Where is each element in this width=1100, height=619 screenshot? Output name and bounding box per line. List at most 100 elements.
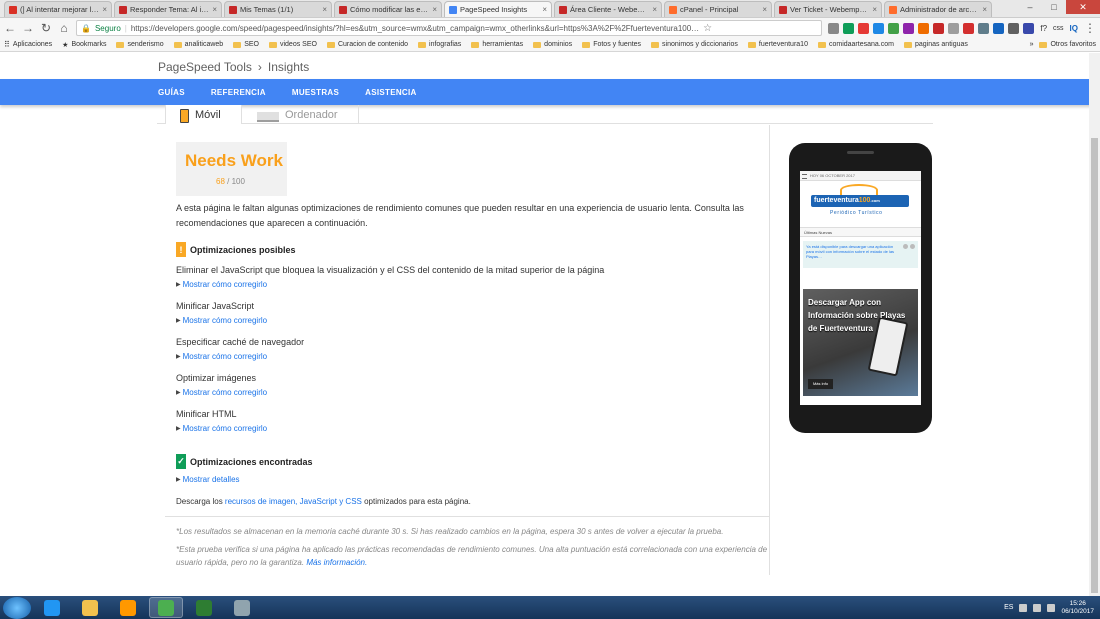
home-icon[interactable]: ⌂ xyxy=(58,21,70,35)
scrollbar-thumb[interactable] xyxy=(1091,138,1098,593)
address-bar[interactable]: 🔒 Seguro | https://developers.google.com… xyxy=(76,20,823,36)
bookmark-item[interactable]: senderismo xyxy=(116,41,164,48)
more-bookmarks-button[interactable]: » xyxy=(1030,41,1034,48)
taskbar-excel[interactable] xyxy=(187,597,221,618)
ext-iq-icon[interactable]: IQ xyxy=(1070,24,1078,33)
nav-referencia[interactable]: REFERENCIA xyxy=(211,88,266,97)
taskbar-media-player[interactable] xyxy=(111,597,145,618)
extension-icon[interactable] xyxy=(963,22,975,34)
volume-icon[interactable] xyxy=(1047,603,1056,612)
extension-icon[interactable] xyxy=(978,22,990,34)
extension-icon[interactable] xyxy=(873,22,885,34)
reload-icon[interactable]: ↻ xyxy=(40,21,52,35)
network-icon[interactable] xyxy=(1033,603,1042,612)
bookmark-item[interactable]: paginas antiguas xyxy=(903,41,968,48)
bookmark-star-icon[interactable]: ☆ xyxy=(703,23,712,34)
back-icon[interactable]: ← xyxy=(4,21,16,35)
language-indicator[interactable]: ES xyxy=(1004,604,1013,611)
tab-desktop[interactable]: Ordenador xyxy=(245,105,359,124)
taskbar-chrome[interactable] xyxy=(149,597,183,618)
extension-icon[interactable] xyxy=(1008,22,1020,34)
close-window-button[interactable]: ✕ xyxy=(1066,0,1100,14)
show-fix-link[interactable]: ▶ Mostrar cómo corregirlo xyxy=(176,280,267,289)
extension-icon[interactable] xyxy=(828,22,840,34)
close-tab-icon[interactable]: × xyxy=(542,2,547,17)
bookmark-item[interactable]: infografias xyxy=(418,41,461,48)
taskbar-internet-explorer[interactable] xyxy=(35,597,69,618)
close-tab-icon[interactable]: × xyxy=(322,2,327,17)
extension-icon[interactable] xyxy=(948,22,960,34)
extension-icon[interactable] xyxy=(933,22,945,34)
vertical-scrollbar[interactable] xyxy=(1089,53,1100,596)
minimize-button[interactable]: – xyxy=(1018,0,1042,14)
bookmark-item[interactable]: SEO xyxy=(233,41,259,48)
show-fix-link[interactable]: ▶ Mostrar cómo corregirlo xyxy=(176,388,267,397)
browser-tab[interactable]: cPanel - Principal × xyxy=(664,1,772,17)
preview-logo-text: fuerteventura100.com xyxy=(811,195,909,207)
banner-button: Más info xyxy=(808,379,833,389)
extension-icon[interactable] xyxy=(903,22,915,34)
show-fix-link[interactable]: ▶ Mostrar cómo corregirlo xyxy=(176,352,267,361)
browser-tab[interactable]: Área Cliente - Webemp… × xyxy=(554,1,662,17)
extension-icon[interactable] xyxy=(918,22,930,34)
bookmark-item[interactable]: ★ Bookmarks xyxy=(62,41,106,49)
bookmark-item[interactable]: Fotos y fuentes xyxy=(582,41,641,48)
extension-icon[interactable] xyxy=(888,22,900,34)
triangle-right-icon: ▶ xyxy=(176,477,181,483)
show-fix-link[interactable]: ▶ Mostrar cómo corregirlo xyxy=(176,316,267,325)
browser-tab[interactable]: Administrador de archi… × xyxy=(884,1,992,17)
taskbar-notepad[interactable] xyxy=(225,597,259,618)
ext-css-icon[interactable]: css xyxy=(1053,25,1064,32)
bookmark-item[interactable]: Curacion de contenido xyxy=(326,41,408,48)
taskbar-file-explorer[interactable] xyxy=(73,597,107,618)
bookmark-item[interactable]: dominios xyxy=(533,41,572,48)
bookmark-item[interactable]: herramientas xyxy=(471,41,523,48)
close-tab-icon[interactable]: × xyxy=(212,2,217,17)
nav-guias[interactable]: GUÍAS xyxy=(158,88,185,97)
close-tab-icon[interactable]: × xyxy=(762,2,767,17)
extension-icon[interactable] xyxy=(843,22,855,34)
browser-tab[interactable]: Responder Tema: Al inte…× xyxy=(114,1,222,17)
menu-icon[interactable]: ⋮ xyxy=(1084,21,1096,35)
browser-tab[interactable]: Ver Ticket - Webempre… × xyxy=(774,1,882,17)
show-fix-link[interactable]: ▶ Mostrar cómo corregirlo xyxy=(176,424,267,433)
browser-tab[interactable]: Mis Temas (1/1) × xyxy=(224,1,332,17)
clock[interactable]: 15:26 06/10/2017 xyxy=(1061,600,1094,616)
nav-asistencia[interactable]: ASISTENCIA xyxy=(365,88,416,97)
extension-icon[interactable] xyxy=(1023,22,1035,34)
start-button[interactable] xyxy=(3,596,31,619)
bookmark-item[interactable]: videos SEO xyxy=(268,41,317,48)
close-tab-icon[interactable]: × xyxy=(872,2,877,17)
extension-icon[interactable] xyxy=(993,22,1005,34)
browser-tab[interactable]: Cómo modificar las etiq… × xyxy=(334,1,442,17)
extensions-area xyxy=(828,22,1035,34)
forward-icon[interactable]: → xyxy=(22,21,34,35)
close-tab-icon[interactable]: × xyxy=(102,2,107,17)
browser-tab-strip: (] Al intentar mejorar la… × Responder Tem… xyxy=(0,0,1100,18)
breadcrumb: PageSpeed Tools › Insights xyxy=(158,60,309,74)
bookmark-item[interactable]: comidaartesana.com xyxy=(817,41,894,48)
other-bookmarks[interactable]: Otros favoritos xyxy=(1039,41,1096,48)
folder-icon xyxy=(903,41,912,48)
browser-tab[interactable]: PageSpeed Insights × xyxy=(444,1,552,17)
apps-bookmark[interactable]: ⠿ Aplicaciones xyxy=(4,40,52,49)
bookmark-item[interactable]: fuerteventura10 xyxy=(747,41,808,48)
download-resources-link[interactable]: recursos de imagen, JavaScript y CSS xyxy=(225,497,362,506)
extension-icon[interactable] xyxy=(858,22,870,34)
flag-icon[interactable] xyxy=(1019,603,1028,612)
tab-mobile[interactable]: Móvil xyxy=(165,105,242,124)
show-details-link[interactable]: ▶ Mostrar detalles xyxy=(176,475,240,484)
ext-f-icon[interactable]: f? xyxy=(1040,24,1047,33)
close-tab-icon[interactable]: × xyxy=(982,2,987,17)
nav-muestras[interactable]: MUESTRAS xyxy=(292,88,339,97)
browser-tab[interactable]: (] Al intentar mejorar la… × xyxy=(4,1,112,17)
breadcrumb-root[interactable]: PageSpeed Tools xyxy=(158,60,252,74)
bookmark-item[interactable]: sinonimos y diccionarios xyxy=(651,41,738,48)
close-tab-icon[interactable]: × xyxy=(652,2,657,17)
bookmark-item[interactable]: analiticaweb xyxy=(173,41,223,48)
url-text[interactable]: https://developers.google.com/speed/page… xyxy=(131,24,699,33)
more-info-link[interactable]: Más información. xyxy=(306,558,367,567)
favicon-icon xyxy=(9,5,17,14)
maximize-button[interactable]: □ xyxy=(1042,0,1066,14)
close-tab-icon[interactable]: × xyxy=(432,2,437,17)
